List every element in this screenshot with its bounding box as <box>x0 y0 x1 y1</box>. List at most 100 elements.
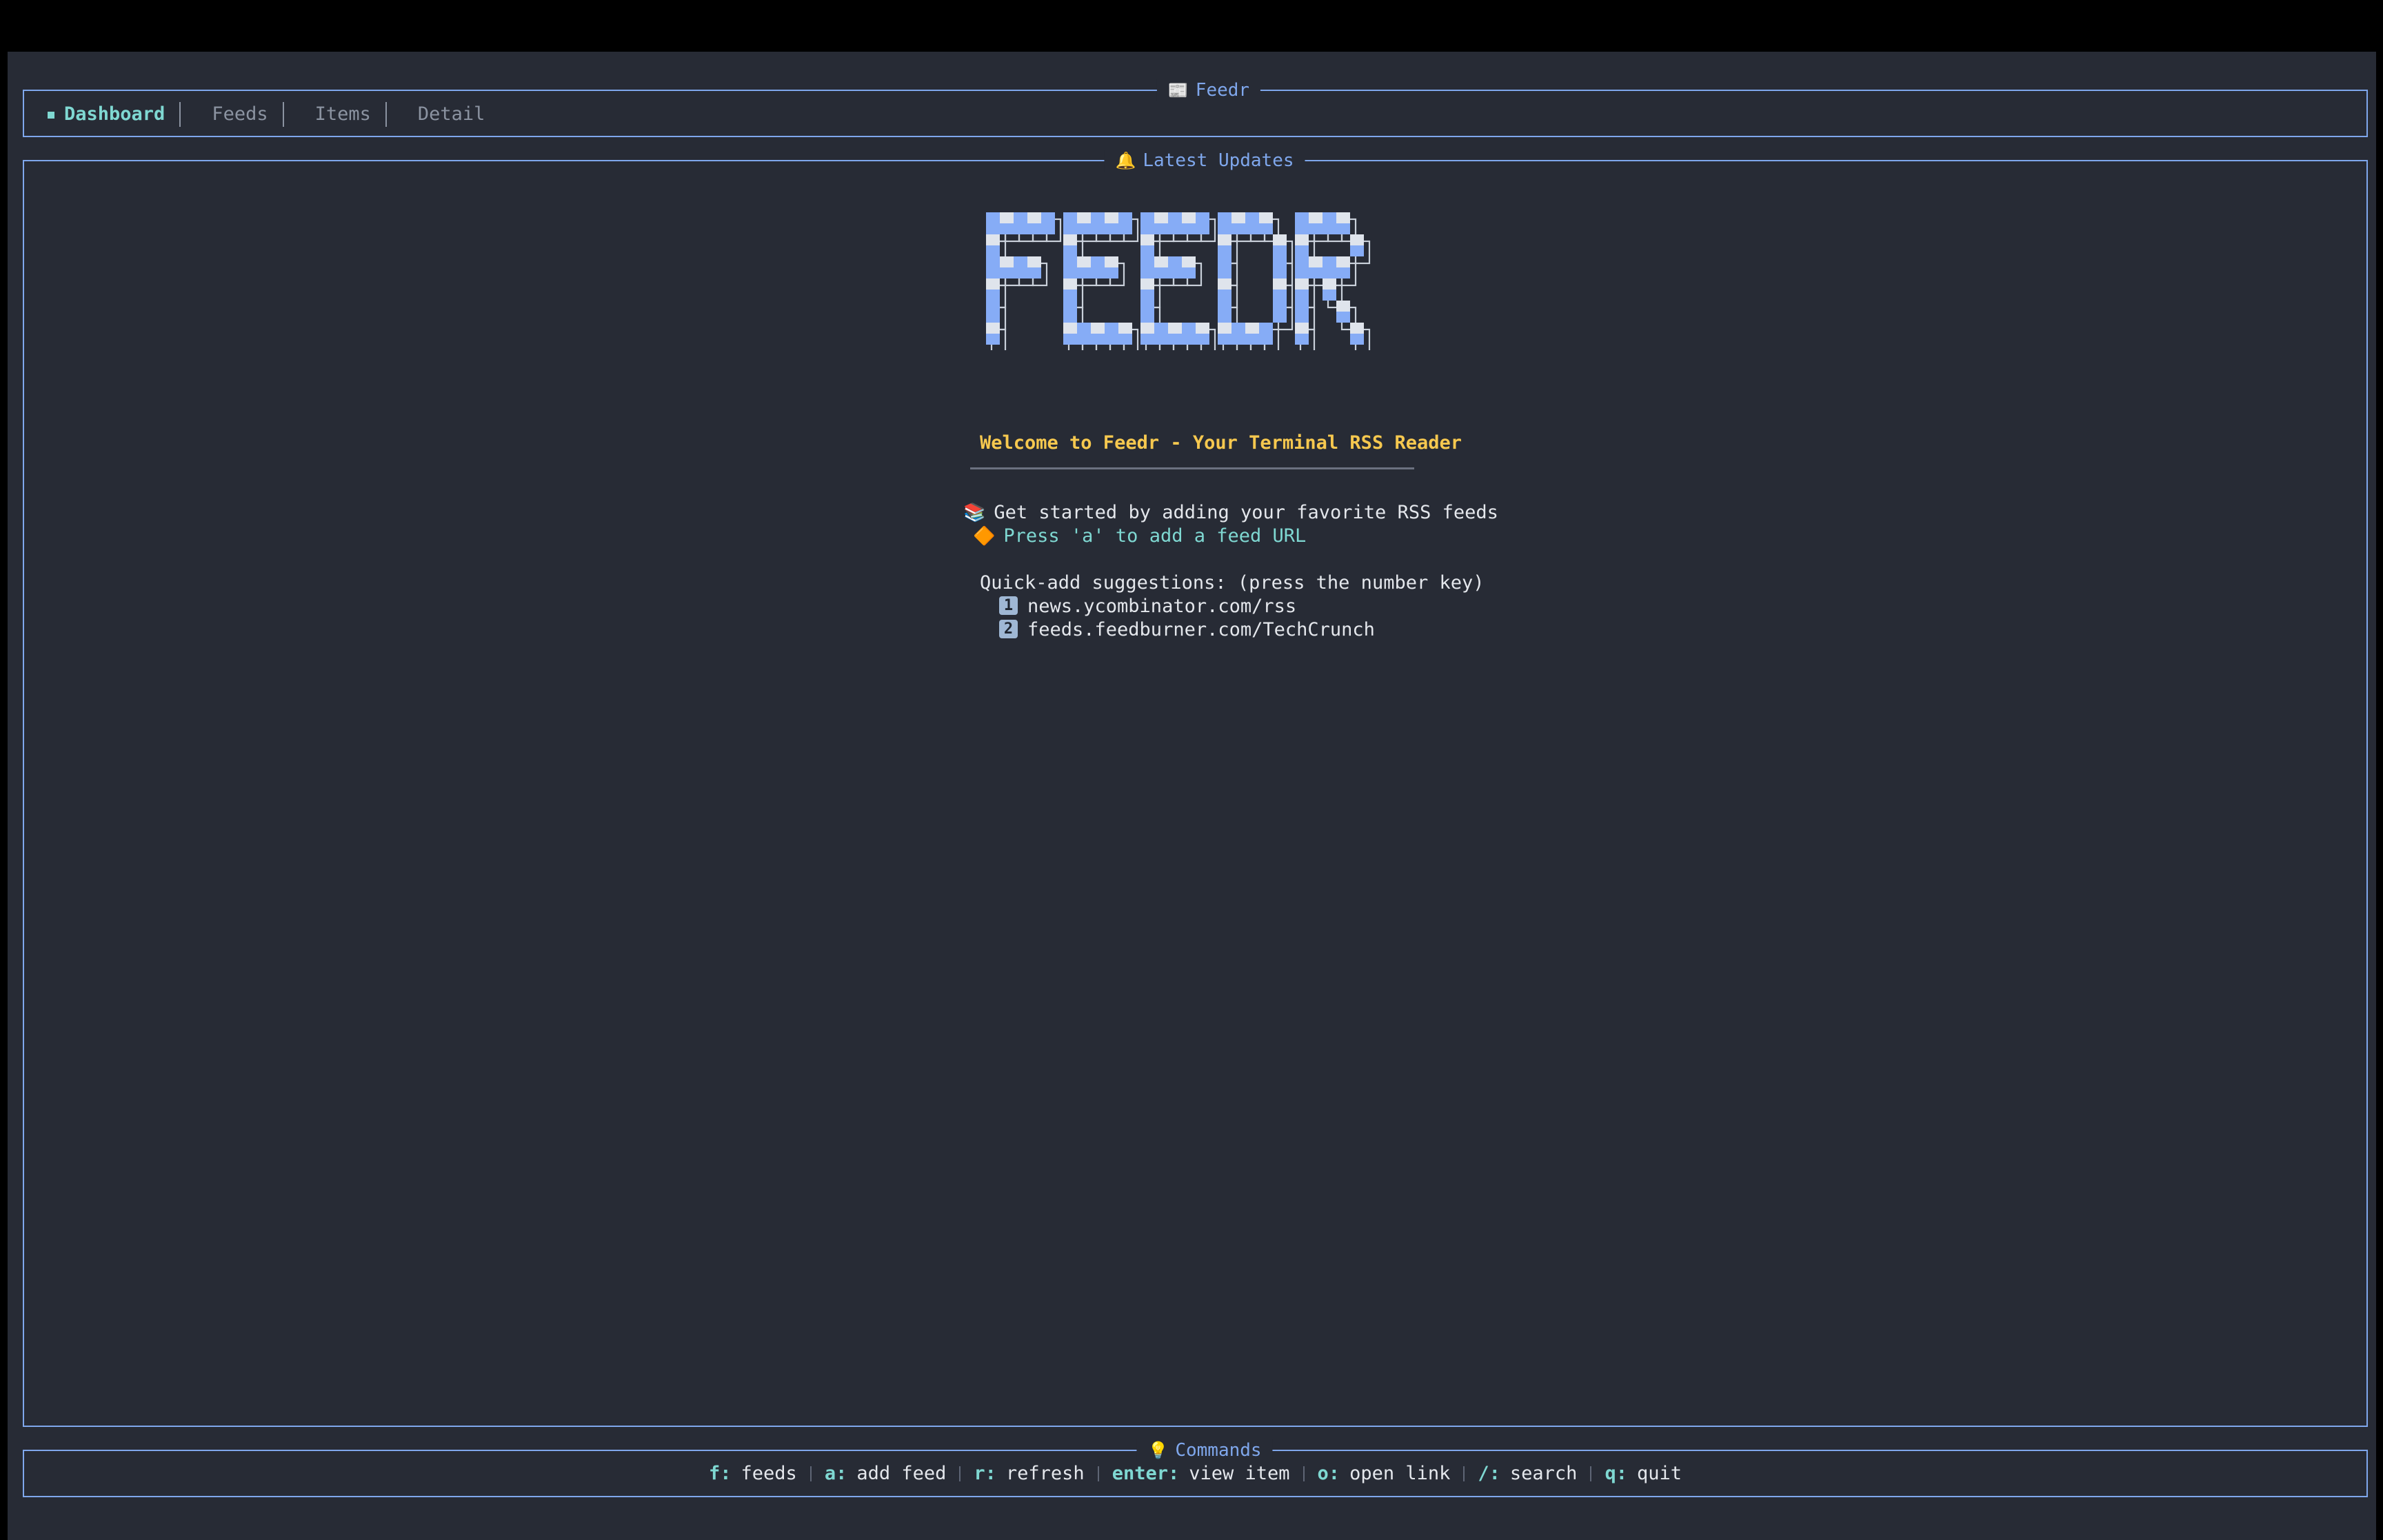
command-divider <box>1303 1466 1305 1481</box>
commands-title: 💡 Commands <box>1136 1439 1273 1461</box>
logo-cell <box>986 312 1000 323</box>
logo-cell <box>1140 312 1154 323</box>
commands-title-label: Commands <box>1175 1440 1262 1461</box>
command-feeds[interactable]: f: feeds <box>709 1462 797 1486</box>
command-key: /: <box>1478 1463 1500 1484</box>
logo-cell <box>1182 256 1196 267</box>
logo-cell <box>1168 334 1182 345</box>
logo-cell <box>1140 212 1154 223</box>
logo-cell <box>1014 212 1027 223</box>
command-search[interactable]: /: search <box>1478 1462 1577 1486</box>
tab-divider <box>179 102 181 127</box>
logo-cell <box>1063 267 1077 278</box>
logo-cell <box>1295 267 1309 278</box>
logo-cell <box>1063 290 1077 301</box>
logo-cell <box>1196 323 1209 334</box>
command-refresh[interactable]: r: refresh <box>974 1462 1084 1486</box>
logo-cell <box>1336 256 1350 267</box>
feedr-ascii-logo <box>986 212 1371 350</box>
command-key: r: <box>974 1463 996 1484</box>
logo-cell <box>1077 212 1091 223</box>
logo-cell <box>1182 334 1196 345</box>
logo-cell <box>1218 278 1231 290</box>
logo-cell <box>986 278 1000 290</box>
logo-cell <box>1259 334 1273 345</box>
logo-cell <box>1154 334 1168 345</box>
logo-cell <box>1336 267 1350 278</box>
logo-cell <box>1140 334 1154 345</box>
logo-cell <box>1154 323 1168 334</box>
logo-cell <box>1273 301 1287 312</box>
logo-cell <box>1323 278 1336 290</box>
command-quit[interactable]: q: quit <box>1605 1462 1682 1486</box>
logo-cell <box>1273 278 1287 290</box>
command-list: f: feeds a: add feed r: refresh enter: view … <box>24 1462 2366 1486</box>
logo-cell <box>1273 256 1287 267</box>
command-key: q: <box>1605 1463 1627 1484</box>
logo-cell <box>1063 334 1077 345</box>
logo-cell <box>1140 223 1154 234</box>
logo-cell <box>1000 256 1014 267</box>
command-desc: add feed <box>856 1463 947 1484</box>
command-desc: refresh <box>1005 1463 1085 1484</box>
logo-cell <box>986 323 1000 334</box>
logo-cell <box>1218 301 1231 312</box>
logo-cell <box>1196 223 1209 234</box>
logo-cell <box>1295 323 1309 334</box>
books-icon: 📚 <box>963 503 986 523</box>
command-open-link[interactable]: o: open link <box>1318 1462 1451 1486</box>
logo-cell <box>1168 256 1182 267</box>
logo-cell <box>986 212 1000 223</box>
tab-feeds[interactable]: Feeds <box>212 103 268 126</box>
logo-cell <box>1295 223 1309 234</box>
logo-cell <box>1350 234 1364 245</box>
logo-cell <box>1091 323 1105 334</box>
logo-cell <box>1323 267 1336 278</box>
logo-cell <box>1091 256 1105 267</box>
suggestion-url: news.ycombinator.com/rss <box>1027 596 1297 617</box>
tab-dashboard[interactable]: Dashboard <box>48 103 165 126</box>
logo-cell <box>1118 212 1132 223</box>
command-view-item[interactable]: enter: view item <box>1112 1462 1290 1486</box>
command-key: enter: <box>1112 1463 1180 1484</box>
logo-cell <box>1336 212 1350 223</box>
logo-cell <box>1077 256 1091 267</box>
app-title: 📰 Feedr <box>1156 79 1261 101</box>
logo-cell <box>1245 323 1259 334</box>
header-panel: 📰 Feedr Dashboard Feeds Items Detail <box>23 79 2368 137</box>
logo-cell <box>1182 212 1196 223</box>
logo-cell <box>1218 290 1231 301</box>
command-key: o: <box>1317 1463 1340 1484</box>
latest-updates-panel: 🔔 Latest Updates Welcome to Feedr - Your … <box>23 150 2368 1427</box>
logo-cell <box>1027 212 1041 223</box>
newspaper-icon: 📰 <box>1167 81 1189 100</box>
active-tab-indicator-icon <box>48 111 54 119</box>
logo-cell <box>1063 312 1077 323</box>
logo-cell <box>1231 323 1245 334</box>
command-add-feed[interactable]: a: add feed <box>825 1462 947 1486</box>
logo-cell <box>1000 223 1014 234</box>
logo-cell <box>1063 301 1077 312</box>
logo-cell <box>1323 256 1336 267</box>
tab-detail[interactable]: Detail <box>418 103 485 126</box>
logo-cell <box>1350 334 1364 345</box>
command-desc: open link <box>1349 1463 1451 1484</box>
app-title-label: Feedr <box>1195 80 1250 101</box>
logo-cell <box>1295 278 1309 290</box>
tab-bar: Dashboard Feeds Items Detail <box>48 102 485 127</box>
suggestion-item[interactable]: 1 news.ycombinator.com/rss <box>999 595 1296 618</box>
logo-cell <box>1140 290 1154 301</box>
suggestion-item[interactable]: 2 feeds.feedburner.com/TechCrunch <box>999 618 1375 642</box>
tab-items[interactable]: Items <box>315 103 371 126</box>
logo-cell <box>1273 245 1287 256</box>
logo-cell <box>1063 256 1077 267</box>
logo-cell <box>1196 212 1209 223</box>
logo-cell <box>1077 334 1091 345</box>
logo-cell <box>986 334 1000 345</box>
logo-cell <box>1218 234 1231 245</box>
logo-cell <box>1063 223 1077 234</box>
logo-cell <box>986 290 1000 301</box>
logo-cell <box>1323 223 1336 234</box>
logo-cell <box>1168 267 1182 278</box>
logo-cell <box>1309 267 1323 278</box>
